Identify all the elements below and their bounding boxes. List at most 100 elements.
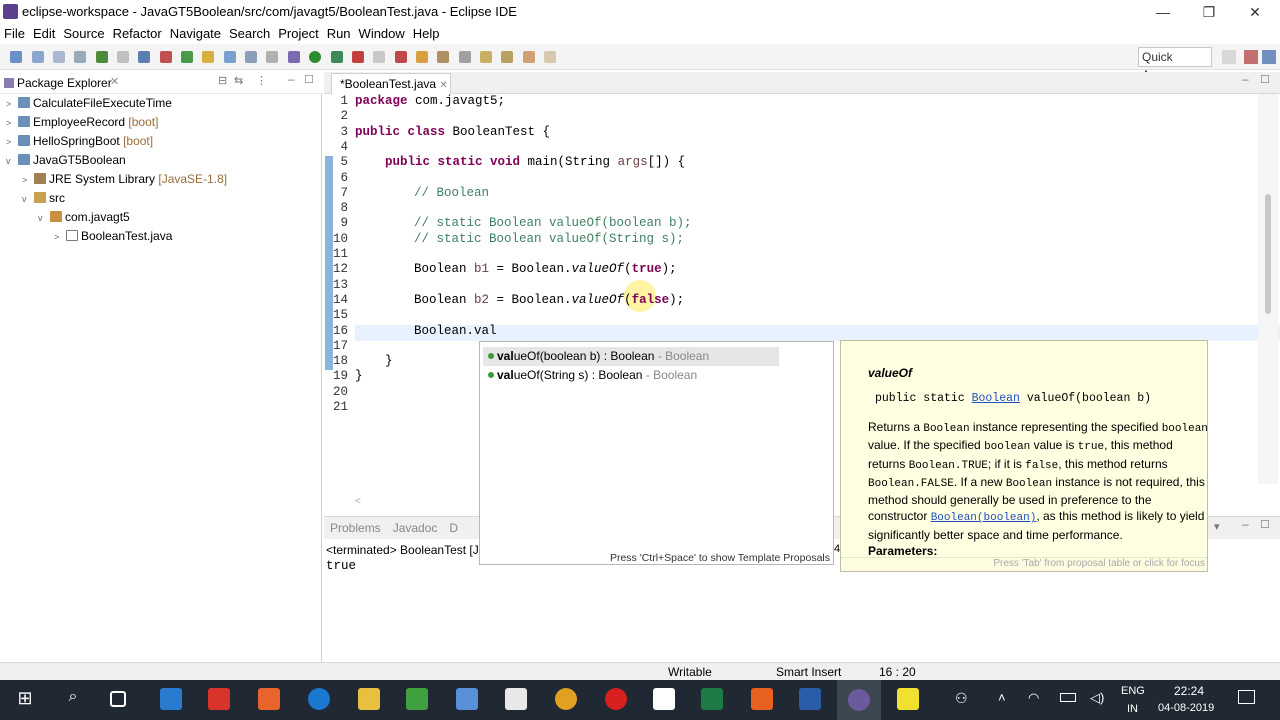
action-center-icon[interactable] [1238, 690, 1255, 704]
clock-date[interactable]: 04-08-2019 [1158, 702, 1214, 714]
excel-icon[interactable] [701, 688, 723, 710]
battery-icon[interactable] [1060, 693, 1076, 702]
new-icon[interactable] [10, 51, 23, 63]
view-menu-icon[interactable]: ▾ [1214, 520, 1220, 533]
prev-annotation-icon[interactable] [501, 51, 514, 63]
tree-item-src[interactable]: v src [6, 189, 227, 208]
minimize-view-icon[interactable]: – [288, 72, 295, 86]
chrome-icon[interactable] [555, 688, 577, 710]
menu-edit[interactable]: Edit [29, 24, 59, 41]
expand-icon[interactable]: > [22, 171, 32, 190]
disk-icon[interactable] [456, 688, 478, 710]
print-icon[interactable] [74, 51, 87, 63]
file-explorer-icon[interactable] [358, 688, 380, 710]
maximize-console-icon[interactable]: ☐ [1260, 518, 1270, 531]
menu-search[interactable]: Search [225, 24, 274, 41]
word-icon[interactable] [799, 688, 821, 710]
store-icon[interactable] [160, 688, 182, 710]
minimize-console-icon[interactable]: – [1242, 517, 1249, 531]
expand-icon[interactable]: > [6, 95, 16, 114]
expand-icon[interactable]: > [54, 228, 64, 247]
tab-problems[interactable]: Problems [324, 517, 387, 539]
tab-declaration[interactable]: D [443, 517, 464, 539]
close-tab-icon[interactable]: ✕ [439, 80, 447, 91]
tree-item-javagt5boolean[interactable]: v JavaGT5Boolean [6, 151, 227, 170]
spring-icon[interactable] [181, 51, 194, 63]
tree-item-com-javagt5[interactable]: v com.javagt5 [6, 208, 227, 227]
tree-item-calculatefileexecutetime[interactable]: > CalculateFileExecuteTime [6, 94, 227, 113]
javadoc-popup[interactable]: valueOf public static Boolean valueOf(bo… [840, 340, 1208, 572]
vertical-scrollbar[interactable] [1258, 94, 1278, 484]
task-view-icon[interactable] [110, 691, 126, 707]
language-label[interactable]: ENG [1121, 685, 1145, 697]
maximize-button[interactable]: ❐ [1186, 0, 1232, 24]
constructor-link[interactable]: Boolean(boolean) [931, 512, 1037, 524]
menu-file[interactable]: File [0, 24, 29, 41]
save-all-icon[interactable] [53, 51, 66, 63]
terminal-icon[interactable] [138, 51, 151, 63]
java-ee-perspective-icon[interactable] [1244, 50, 1258, 64]
expand-icon[interactable]: > [6, 114, 16, 133]
notepad-plus-icon[interactable] [406, 688, 428, 710]
people-icon[interactable]: ⚇ [955, 690, 968, 707]
terminate-icon[interactable] [159, 51, 172, 63]
forward-icon[interactable] [543, 51, 556, 63]
expand-icon[interactable]: > [6, 133, 16, 152]
mail-icon[interactable] [505, 688, 527, 710]
skip-breakpoints-icon[interactable] [117, 51, 130, 63]
search-icon[interactable] [458, 51, 471, 63]
clock-time[interactable]: 22:24 [1174, 684, 1204, 698]
launch-icon[interactable] [394, 51, 407, 63]
menu-source[interactable]: Source [59, 24, 108, 41]
toggle-icon[interactable] [223, 51, 236, 63]
mark-occurrences-icon[interactable] [202, 51, 215, 63]
open-type-icon[interactable] [415, 51, 428, 63]
search-icon[interactable]: ⌕ [62, 688, 84, 710]
tree-item-booleantest-java[interactable]: > BooleanTest.java [6, 227, 227, 246]
collapse-icon[interactable]: v [6, 152, 16, 171]
app-orange-icon[interactable] [258, 688, 280, 710]
region-label[interactable]: IN [1127, 703, 1138, 715]
collapse-icon[interactable]: v [22, 190, 32, 209]
eclipse-taskbar-active[interactable] [837, 680, 881, 720]
menu-refactor[interactable]: Refactor [109, 24, 166, 41]
windows-start-icon[interactable]: ⊞ [14, 688, 36, 710]
collapse-all-icon[interactable]: ⊟ [218, 74, 227, 87]
package-explorer-tab[interactable]: Package Explorer ✕ ⊟ ⇆ ⋮ – ☐ [0, 72, 322, 94]
tree-item-employeerecord[interactable]: > EmployeeRecord [boot] [6, 113, 227, 132]
external-tools-icon[interactable] [351, 51, 364, 63]
minimize-button[interactable]: — [1140, 0, 1186, 24]
show-whitespace-icon[interactable] [266, 51, 279, 63]
opera-icon[interactable] [605, 688, 627, 710]
back-icon[interactable] [522, 51, 535, 63]
menu-project[interactable]: Project [274, 24, 322, 41]
block-selection-icon[interactable] [245, 51, 258, 63]
save-icon[interactable] [31, 51, 44, 63]
run-icon[interactable] [309, 51, 322, 63]
proposal-valueof-boolean[interactable]: valueOf(boolean b) : Boolean - Boolean [483, 347, 779, 366]
perspective-icon[interactable] [1222, 50, 1236, 64]
stop-icon[interactable] [373, 51, 386, 63]
open-task-icon[interactable] [437, 51, 450, 63]
app-pen-icon[interactable] [751, 688, 773, 710]
close-tab-icon[interactable]: ✕ [110, 75, 119, 88]
menu-window[interactable]: Window [355, 24, 409, 41]
view-menu-icon[interactable]: ⋮ [256, 74, 267, 87]
maximize-view-icon[interactable]: ☐ [304, 73, 314, 86]
coverage-icon[interactable] [330, 51, 343, 63]
editor-tab-booleantest[interactable]: *BooleanTest.java ✕ [331, 73, 451, 94]
debug-icon[interactable] [95, 51, 108, 63]
volume-icon[interactable]: ◁) [1090, 690, 1104, 706]
menu-help[interactable]: Help [409, 24, 444, 41]
close-button[interactable]: ✕ [1232, 0, 1278, 24]
collapse-icon[interactable]: v [38, 209, 48, 228]
sticky-notes-icon[interactable] [897, 688, 919, 710]
document-icon[interactable] [653, 688, 675, 710]
next-annotation-icon[interactable] [479, 51, 492, 63]
wifi-icon[interactable]: ◠ [1028, 690, 1039, 706]
quick-access-field[interactable]: Quick Access [1138, 47, 1212, 82]
boolean-link[interactable]: Boolean [972, 392, 1020, 405]
tree-item-jre-system-library[interactable]: > JRE System Library [JavaSE-1.8] [6, 170, 227, 189]
link-editor-icon[interactable]: ⇆ [234, 74, 243, 87]
proposal-valueof-string[interactable]: valueOf(String s) : Boolean - Boolean [483, 366, 779, 385]
